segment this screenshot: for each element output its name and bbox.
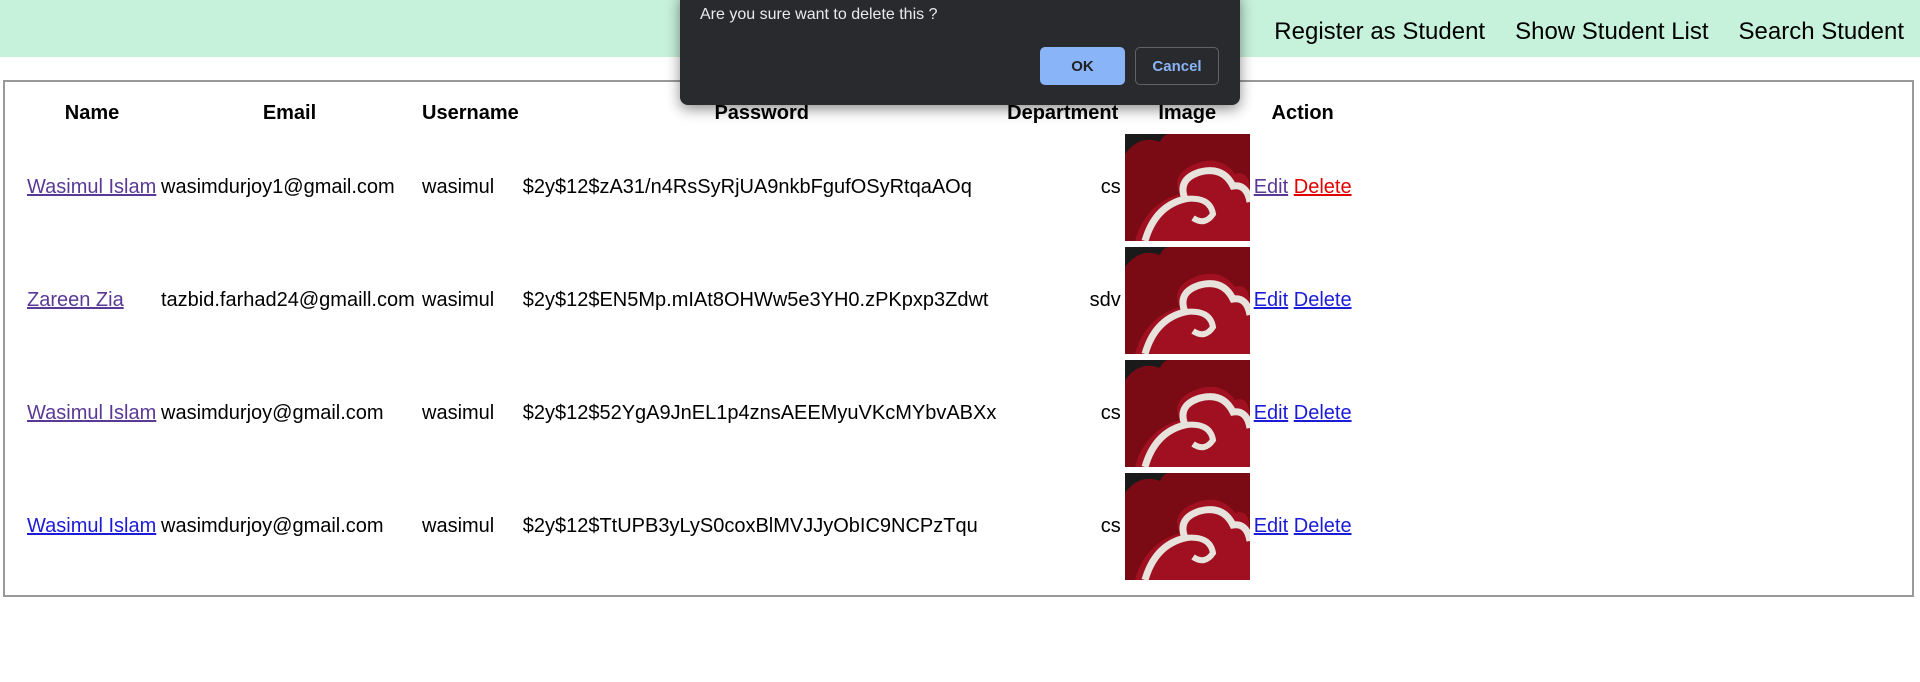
edit-link[interactable]: Edit: [1254, 289, 1288, 311]
edit-link[interactable]: Edit: [1254, 515, 1288, 537]
student-image: [1124, 473, 1250, 580]
edit-link[interactable]: Edit: [1254, 402, 1288, 424]
table-row: Wasimul Islam wasimdurjoy@gmail.com wasi…: [27, 360, 1352, 467]
student-username: wasimul: [422, 515, 495, 537]
akatsuki-cloud-image: [1124, 473, 1250, 580]
student-email: wasimdurjoy1@gmail.com: [161, 176, 395, 198]
nav-show-student-list[interactable]: Show Student List: [1515, 18, 1708, 46]
header-email: Email: [262, 101, 317, 124]
student-email: wasimdurjoy@gmail.com: [161, 402, 384, 424]
nav-register-student[interactable]: Register as Student: [1274, 18, 1485, 46]
table-row: Wasimul Islam wasimdurjoy@gmail.com wasi…: [27, 473, 1352, 580]
student-username: wasimul: [422, 176, 495, 198]
student-image: [1124, 134, 1250, 241]
student-image: [1124, 247, 1250, 354]
student-department: sdv: [1089, 289, 1121, 311]
student-email: tazbid.farhad24@gmaill.com: [161, 289, 415, 311]
student-name-link[interactable]: Wasimul Islam: [27, 515, 156, 537]
delete-link[interactable]: Delete: [1294, 402, 1352, 424]
table-row: Zareen Zia tazbid.farhad24@gmaill.com wa…: [27, 247, 1352, 354]
student-username: wasimul: [422, 402, 495, 424]
akatsuki-cloud-image: [1124, 360, 1250, 467]
header-name: Name: [64, 101, 120, 124]
header-action: Action: [1271, 101, 1334, 124]
nav-search-student[interactable]: Search Student: [1739, 18, 1904, 46]
header-username: Username: [422, 101, 519, 124]
confirm-delete-dialog: Are you sure want to delete this ? OK Ca…: [680, 0, 1240, 105]
student-department: cs: [1100, 515, 1121, 537]
delete-link[interactable]: Delete: [1294, 515, 1352, 537]
cancel-button[interactable]: Cancel: [1135, 47, 1219, 85]
akatsuki-cloud-image: [1124, 247, 1250, 354]
akatsuki-cloud-image: [1124, 134, 1250, 241]
ok-button[interactable]: OK: [1040, 47, 1125, 85]
student-name-link[interactable]: Wasimul Islam: [27, 176, 156, 198]
student-image: [1124, 360, 1250, 467]
student-password: $2y$12$zA31/n4RsSyRjUA9nkbFgufOSyRtqaAOq: [522, 176, 972, 198]
delete-link[interactable]: Delete: [1294, 289, 1352, 311]
student-department: cs: [1100, 402, 1121, 424]
student-password: $2y$12$52YgA9JnEL1p4znsAEEMyuVKcMYbvABXx: [522, 402, 997, 424]
student-table: Name Email Username Password Department …: [23, 92, 1356, 586]
student-name-link[interactable]: Zareen Zia: [27, 289, 124, 311]
student-password: $2y$12$TtUPB3yLyS0coxBlMVJJyObIC9NCPzTqu: [522, 515, 978, 537]
student-name-link[interactable]: Wasimul Islam: [27, 402, 156, 424]
student-username: wasimul: [422, 289, 495, 311]
student-password: $2y$12$EN5Mp.mIAt8OHWw5e3YH0.zPKpxp3Zdwt: [522, 289, 989, 311]
edit-link[interactable]: Edit: [1254, 176, 1288, 198]
student-email: wasimdurjoy@gmail.com: [161, 515, 384, 537]
dialog-message: Are you sure want to delete this ?: [700, 6, 938, 23]
student-department: cs: [1100, 176, 1121, 198]
student-table-container: Name Email Username Password Department …: [3, 80, 1914, 597]
table-row: Wasimul Islam wasimdurjoy1@gmail.com was…: [27, 134, 1352, 241]
nav-links: Register as Student Show Student List Se…: [1274, 18, 1904, 46]
delete-link[interactable]: Delete: [1294, 176, 1352, 198]
